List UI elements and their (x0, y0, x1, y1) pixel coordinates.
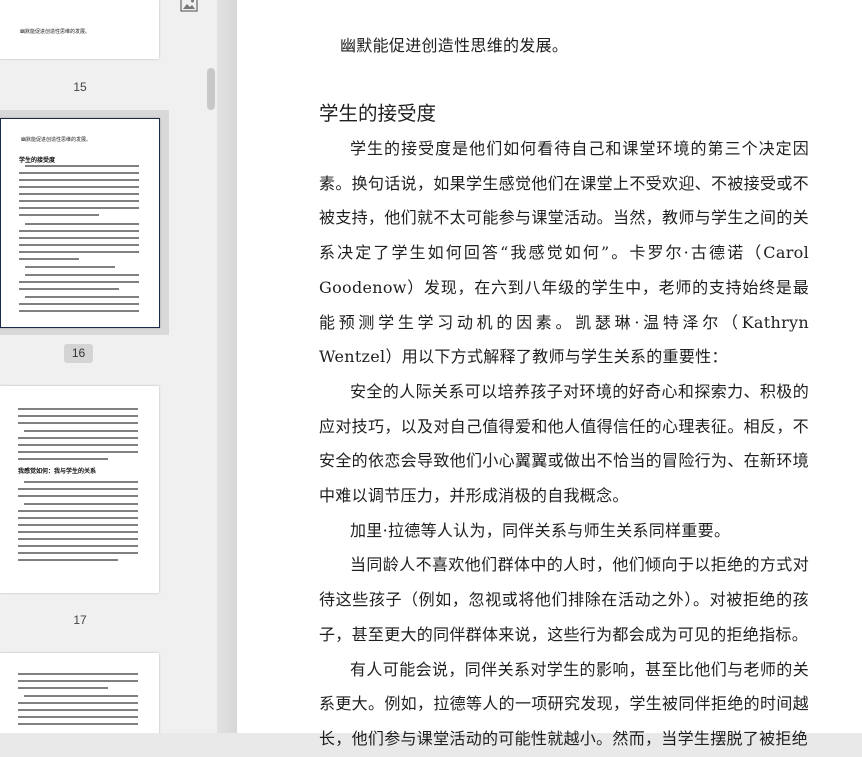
page-number-label: 15 (73, 80, 87, 94)
document-page: 幽默能促进创造性思维的发展。 学生的接受度 学生的接受度是他们如何看待自己和课堂… (237, 0, 862, 748)
thumbnail-heading: 我感觉如何：我与学生的关系 (18, 468, 97, 475)
thumbnail-heading: 学生的接受度 (19, 157, 56, 164)
paragraph: 有人可能会说，同伴关系对学生的影响，甚至比他们与老师的关系更大。例如，拉德等人的… (319, 659, 809, 748)
page-thumbnail[interactable]: 幽默能促进创造性思维的发展。 (0, 0, 159, 59)
quote-paragraph: 当同龄人不喜欢他们群体中的人时，他们倾向于以拒绝的方式对待这些孩子（例如，忽视或… (319, 555, 809, 644)
page-thumbnail[interactable] (0, 653, 159, 733)
page-thumbnail[interactable]: 我感觉如何：我与学生的关系 (0, 386, 159, 593)
paragraph: 学生的接受度是他们如何看待自己和课堂环境的第三个决定因素。换句话说，如果学生感觉… (319, 139, 809, 367)
page-thumbnail-selected[interactable]: 幽默能促进创造性思维的发展。 学生的接受度 (0, 118, 160, 328)
quote-paragraph: 安全的人际关系可以培养孩子对环境的好奇心和探索力、积极的应对技巧，以及对自己值得… (319, 381, 809, 506)
thumbnail-sidebar: 幽默能促进创造性思维的发展。 15 幽默能促进创造性思维的发展。 学生的接受度 … (0, 0, 217, 733)
paragraph: 加里·拉德等人认为，同伴关系与师生关系同样重要。 (350, 520, 731, 540)
thumbnail-snippet: 幽默能促进创造性思维的发展。 (20, 29, 91, 35)
panel-divider[interactable] (217, 0, 237, 733)
thumbnail-snippet: 幽默能促进创造性思维的发展。 (21, 137, 92, 143)
section-title: 学生的接受度 (319, 102, 437, 125)
sidebar-scrollbar[interactable] (207, 68, 215, 110)
paragraph-continued: 幽默能促进创造性思维的发展。 (340, 36, 569, 55)
current-page-badge: 16 (64, 344, 93, 363)
image-icon[interactable] (180, 0, 198, 12)
page-number-label: 17 (73, 613, 87, 627)
